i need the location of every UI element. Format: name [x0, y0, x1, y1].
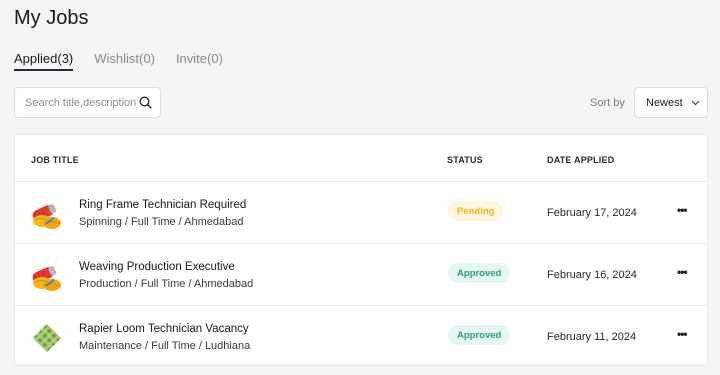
- job-meta: Spinning / Full Time / Ahmedabad: [79, 216, 244, 228]
- more-options-icon[interactable]: •••: [677, 203, 688, 217]
- job-title[interactable]: Rapier Loom Technician Vacancy: [79, 323, 249, 335]
- yarn-spools-icon: [30, 259, 64, 293]
- more-options-icon[interactable]: •••: [677, 327, 688, 341]
- status-badge: Pending: [448, 201, 504, 221]
- date-applied: February 17, 2024: [547, 207, 637, 219]
- job-title[interactable]: Ring Frame Technician Required: [79, 199, 246, 211]
- page-title: My Jobs: [14, 7, 89, 29]
- sort-dropdown[interactable]: Newest: [634, 87, 708, 118]
- table-row[interactable]: Rapier Loom Technician Vacancy Maintenan…: [15, 306, 707, 368]
- woven-fabric-icon: [30, 321, 64, 355]
- chevron-down-icon: [691, 100, 700, 106]
- status-badge: Approved: [448, 325, 511, 345]
- tab-applied[interactable]: Applied(3): [14, 51, 74, 71]
- column-header-date-applied: DATE APPLIED: [547, 155, 615, 165]
- column-header-job-title: JOB TITLE: [31, 155, 79, 165]
- status-badge: Approved: [448, 263, 511, 283]
- job-meta: Production / Full Time / Ahmedabad: [79, 278, 254, 290]
- table-row[interactable]: Ring Frame Technician Required Spinning …: [15, 182, 707, 244]
- more-options-icon[interactable]: •••: [677, 265, 688, 279]
- date-applied: February 16, 2024: [547, 269, 637, 281]
- sort-selected-value: Newest: [646, 96, 683, 109]
- column-header-status: STATUS: [447, 155, 483, 165]
- applied-jobs-table: JOB TITLE STATUS DATE APPLIED Ring Frame…: [14, 134, 708, 366]
- job-meta: Maintenance / Full Time / Ludhiana: [79, 340, 251, 352]
- yarn-spools-icon: [30, 197, 64, 231]
- tab-wishlist[interactable]: Wishlist(0): [94, 51, 155, 71]
- tabs: Applied(3) Wishlist(0) Invite(0): [14, 51, 223, 71]
- search-input[interactable]: [25, 96, 137, 109]
- tab-invite[interactable]: Invite(0): [176, 51, 223, 71]
- sort-label: Sort by: [590, 97, 625, 109]
- search-box[interactable]: [14, 87, 161, 118]
- table-row[interactable]: Weaving Production Executive Production …: [15, 244, 707, 306]
- search-icon[interactable]: [139, 96, 152, 109]
- job-title[interactable]: Weaving Production Executive: [79, 261, 235, 273]
- table-header: JOB TITLE STATUS DATE APPLIED: [15, 135, 707, 182]
- date-applied: February 11, 2024: [547, 331, 637, 343]
